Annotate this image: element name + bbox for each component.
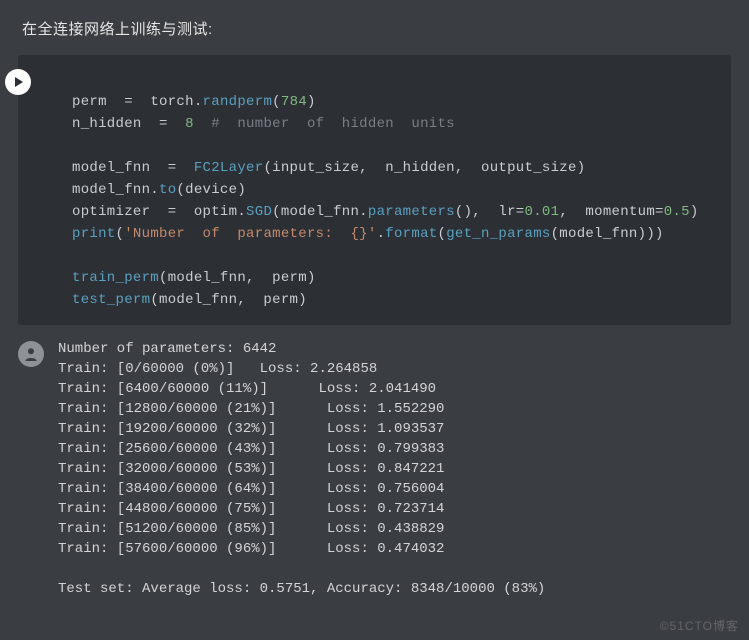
output-line: Train: [57600/60000 (96%)] Loss: 0.47403… [58, 541, 444, 557]
output-line: Train: [0/60000 (0%)] Loss: 2.264858 [58, 361, 377, 377]
code-token: optimizer [72, 204, 150, 220]
code-token: model_fnn. [72, 182, 159, 198]
code-token: FC2Layer [194, 160, 264, 176]
code-token: = [159, 116, 168, 132]
code-token: (device) [176, 182, 246, 198]
code-token: ( [116, 226, 125, 242]
code-token: = [168, 160, 177, 176]
output-text: Number of parameters: 6442 Train: [0/600… [58, 339, 545, 599]
output-line: Train: [44800/60000 (75%)] Loss: 0.72371… [58, 501, 444, 517]
code-token: print [72, 226, 116, 242]
code-token: = [124, 94, 133, 110]
code-token: (input_size, n_hidden, output_size) [263, 160, 585, 176]
code-cell: perm = torch.randperm(784) n_hidden = 8 … [18, 55, 731, 325]
code-token: (model_fnn. [272, 204, 368, 220]
code-comment: # number of hidden units [211, 116, 455, 132]
output-avatar-icon [18, 341, 44, 367]
output-line: Number of parameters: 6442 [58, 341, 276, 357]
code-token: format [385, 226, 437, 242]
code-token: . [377, 226, 386, 242]
output-line: Train: [6400/60000 (11%)] Loss: 2.041490 [58, 381, 436, 397]
code-token: test_perm [72, 292, 150, 308]
code-token: (model_fnn, perm) [150, 292, 307, 308]
code-token: SGD [246, 204, 272, 220]
code-token: (model_fnn))) [551, 226, 664, 242]
output-line: Train: [25600/60000 (43%)] Loss: 0.79938… [58, 441, 444, 457]
output-line: Train: [51200/60000 (85%)] Loss: 0.43882… [58, 521, 444, 537]
code-token: ) [307, 94, 316, 110]
output-cell: Number of parameters: 6442 Train: [0/600… [0, 325, 749, 599]
output-line: Train: [32000/60000 (53%)] Loss: 0.84722… [58, 461, 444, 477]
run-cell-button[interactable] [5, 69, 31, 95]
code-token: optim. [194, 204, 246, 220]
output-line: Train: [19200/60000 (32%)] Loss: 1.09353… [58, 421, 444, 437]
output-line: Train: [38400/60000 (64%)] Loss: 0.75600… [58, 481, 444, 497]
output-line: Train: [12800/60000 (21%)] Loss: 1.55229… [58, 401, 444, 417]
code-token: 0.01 [525, 204, 560, 220]
code-content: perm = torch.randperm(784) n_hidden = 8 … [72, 69, 715, 311]
code-token: model_fnn [72, 160, 150, 176]
code-token: torch. [150, 94, 202, 110]
code-token: randperm [203, 94, 273, 110]
play-icon [12, 76, 24, 88]
code-token: (model_fnn, perm) [159, 270, 316, 286]
code-token: 8 [185, 116, 194, 132]
code-token: ) [690, 204, 699, 220]
code-token: ( [272, 94, 281, 110]
code-token: 0.5 [664, 204, 690, 220]
watermark: ©51CTO博客 [660, 617, 739, 634]
code-string: 'Number of parameters: {}' [124, 226, 376, 242]
section-heading: 在全连接网络上训练与测试: [0, 0, 749, 55]
code-token: parameters [368, 204, 455, 220]
code-token: = [168, 204, 177, 220]
code-token: n_hidden [72, 116, 142, 132]
code-token: to [159, 182, 176, 198]
code-token: get_n_params [446, 226, 550, 242]
code-token: ( [437, 226, 446, 242]
code-token: , momentum= [559, 204, 663, 220]
output-line: Test set: Average loss: 0.5751, Accuracy… [58, 581, 545, 597]
code-token: perm [72, 94, 107, 110]
code-token: train_perm [72, 270, 159, 286]
code-token: (), lr= [455, 204, 525, 220]
code-token: 784 [281, 94, 307, 110]
